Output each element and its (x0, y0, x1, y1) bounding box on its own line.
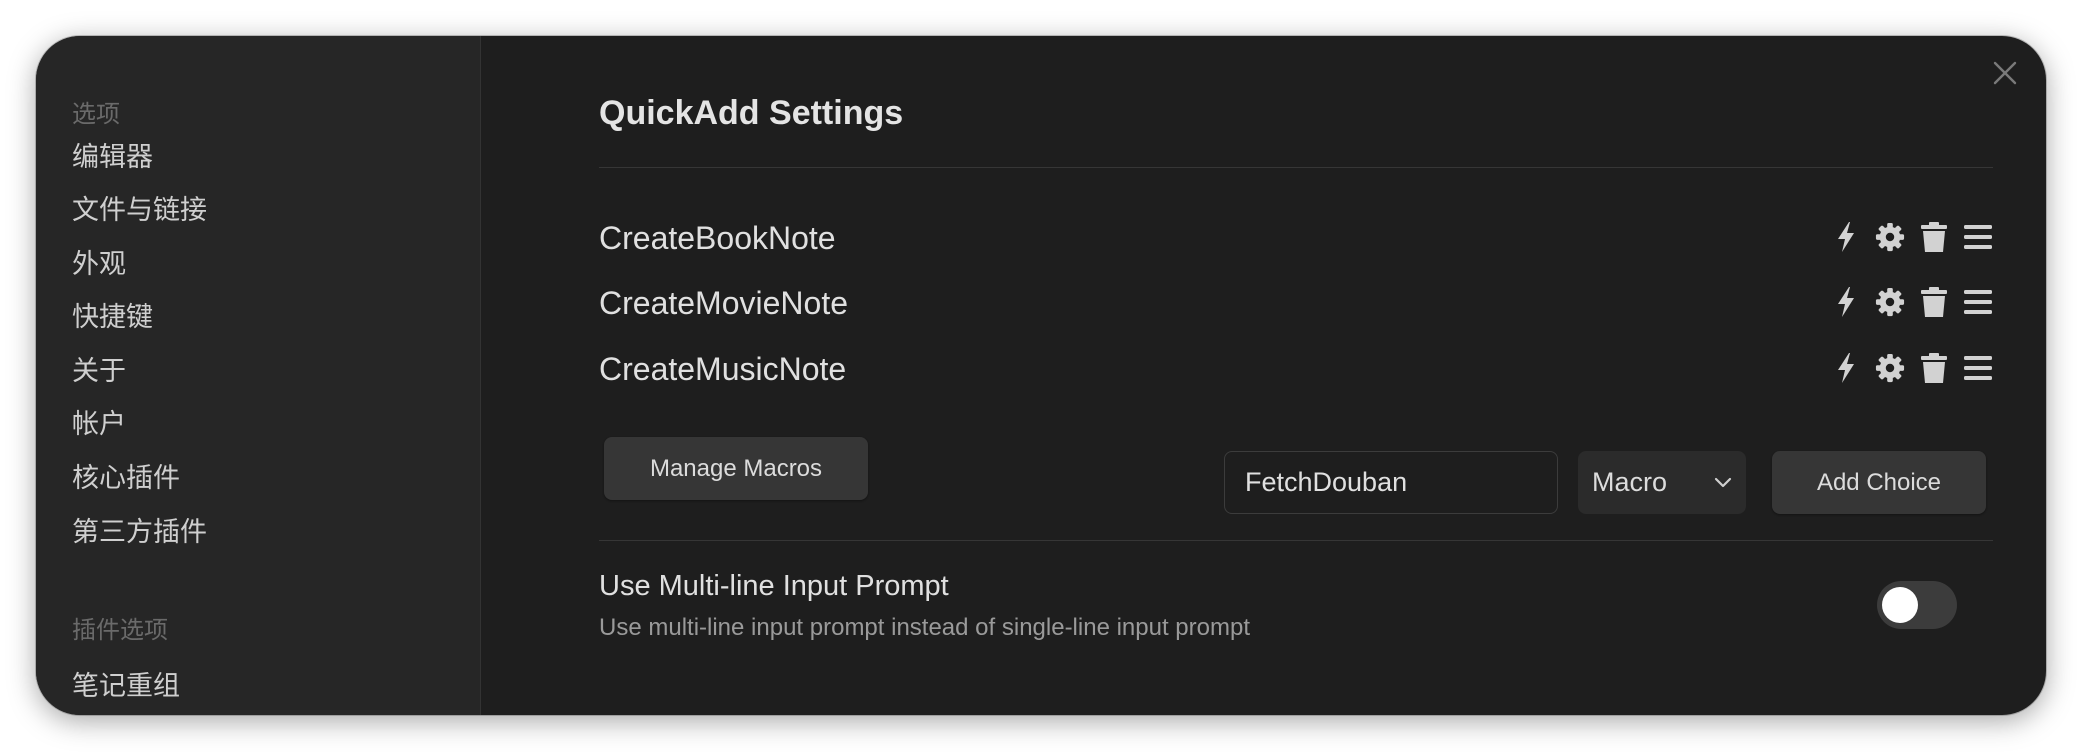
title-divider (599, 167, 1993, 168)
close-button[interactable] (1986, 54, 2024, 92)
drag-handle-icon (1964, 290, 1992, 314)
lightning-icon (1838, 222, 1854, 252)
sidebar-item-community-plugins[interactable]: 第三方插件 (72, 510, 207, 549)
lightning-icon (1838, 287, 1854, 317)
drag-choice-handle[interactable] (1963, 351, 1993, 385)
trash-icon (1921, 287, 1947, 317)
run-choice-button[interactable] (1831, 220, 1861, 254)
choice-actions (1831, 285, 1993, 319)
lightning-icon (1838, 353, 1854, 383)
choice-row: CreateBookNote (599, 212, 1993, 262)
choice-type-select[interactable]: Macro (1578, 451, 1746, 514)
run-choice-button[interactable] (1831, 285, 1861, 319)
manage-macros-button[interactable]: Manage Macros (604, 437, 868, 500)
setting-description: Use multi-line input prompt instead of s… (599, 614, 1250, 641)
choice-actions (1831, 351, 1993, 385)
settings-window: 选项 编辑器 文件与链接 外观 快捷键 关于 帐户 核心插件 第三方插件 插件选… (36, 36, 2046, 715)
chevron-down-icon (1714, 477, 1732, 487)
choice-name: CreateMovieNote (599, 285, 848, 321)
trash-icon (1921, 353, 1947, 383)
choice-name-input[interactable] (1224, 451, 1558, 514)
sidebar-item-core-plugins[interactable]: 核心插件 (72, 456, 180, 495)
delete-choice-button[interactable] (1919, 351, 1949, 385)
multiline-toggle[interactable] (1877, 581, 1957, 629)
run-choice-button[interactable] (1831, 351, 1861, 385)
setting-name: Use Multi-line Input Prompt (599, 570, 949, 602)
gear-icon (1875, 287, 1905, 317)
drag-handle-icon (1964, 356, 1992, 380)
settings-content: QuickAdd Settings CreateBookNote CreateM… (481, 36, 2046, 715)
choice-name: CreateBookNote (599, 220, 836, 256)
page-title: QuickAdd Settings (599, 94, 904, 132)
choice-row: CreateMusicNote (599, 343, 1993, 393)
gear-icon (1875, 222, 1905, 252)
sidebar-heading-plugin-options: 插件选项 (72, 617, 168, 644)
trash-icon (1921, 222, 1947, 252)
toggle-knob (1882, 587, 1918, 623)
sidebar-item-editor[interactable]: 编辑器 (72, 135, 153, 174)
choice-actions (1831, 220, 1993, 254)
sidebar-item-hotkeys[interactable]: 快捷键 (72, 295, 153, 334)
drag-choice-handle[interactable] (1963, 285, 1993, 319)
sidebar-heading-options: 选项 (72, 101, 120, 128)
configure-choice-button[interactable] (1875, 285, 1905, 319)
sidebar-item-appearance[interactable]: 外观 (72, 242, 126, 281)
sidebar-item-files-links[interactable]: 文件与链接 (72, 188, 207, 227)
choice-name: CreateMusicNote (599, 351, 847, 387)
drag-handle-icon (1964, 225, 1992, 249)
delete-choice-button[interactable] (1919, 285, 1949, 319)
configure-choice-button[interactable] (1875, 220, 1905, 254)
sidebar-item-account[interactable]: 帐户 (72, 402, 126, 441)
delete-choice-button[interactable] (1919, 220, 1949, 254)
sidebar-item-about[interactable]: 关于 (72, 349, 126, 388)
add-choice-button[interactable]: Add Choice (1772, 451, 1986, 514)
choice-row: CreateMovieNote (599, 277, 1993, 327)
configure-choice-button[interactable] (1875, 351, 1905, 385)
gear-icon (1875, 353, 1905, 383)
drag-choice-handle[interactable] (1963, 220, 1993, 254)
section-divider (599, 540, 1993, 541)
close-icon (1993, 61, 2017, 85)
settings-sidebar: 选项 编辑器 文件与链接 外观 快捷键 关于 帐户 核心插件 第三方插件 插件选… (36, 36, 481, 715)
choice-type-value: Macro (1592, 467, 1668, 497)
sidebar-item-note-refactor[interactable]: 笔记重组 (72, 664, 180, 703)
